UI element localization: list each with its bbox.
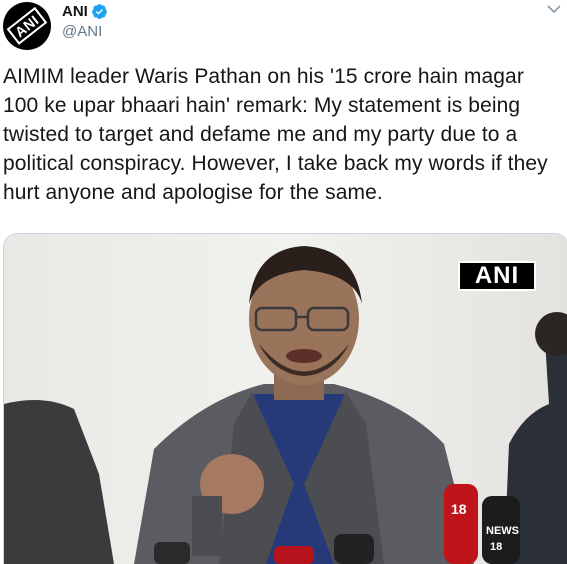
mic-label: 18 [451, 501, 467, 517]
ani-logo: ANI [6, 7, 48, 45]
author-name-row[interactable]: ANI [62, 3, 108, 20]
author-handle[interactable]: @ANI [62, 23, 102, 40]
tweet-card: ANI ANI @ANI AIMIM leader Waris Pathan o… [0, 0, 567, 564]
ani-watermark: ANI [458, 261, 536, 291]
chevron-down-icon[interactable] [547, 4, 561, 14]
tweet-media-image[interactable]: 18 NEWS 18 ANI [3, 233, 567, 564]
verified-badge-icon [91, 4, 107, 19]
author-display-name[interactable]: ANI [62, 3, 88, 20]
avatar[interactable]: ANI [3, 2, 51, 50]
mic-label: NEWS [486, 525, 519, 537]
tweet-text: AIMIM leader Waris Pathan on his '15 cro… [3, 65, 548, 204]
mic-label: 18 [490, 541, 502, 553]
